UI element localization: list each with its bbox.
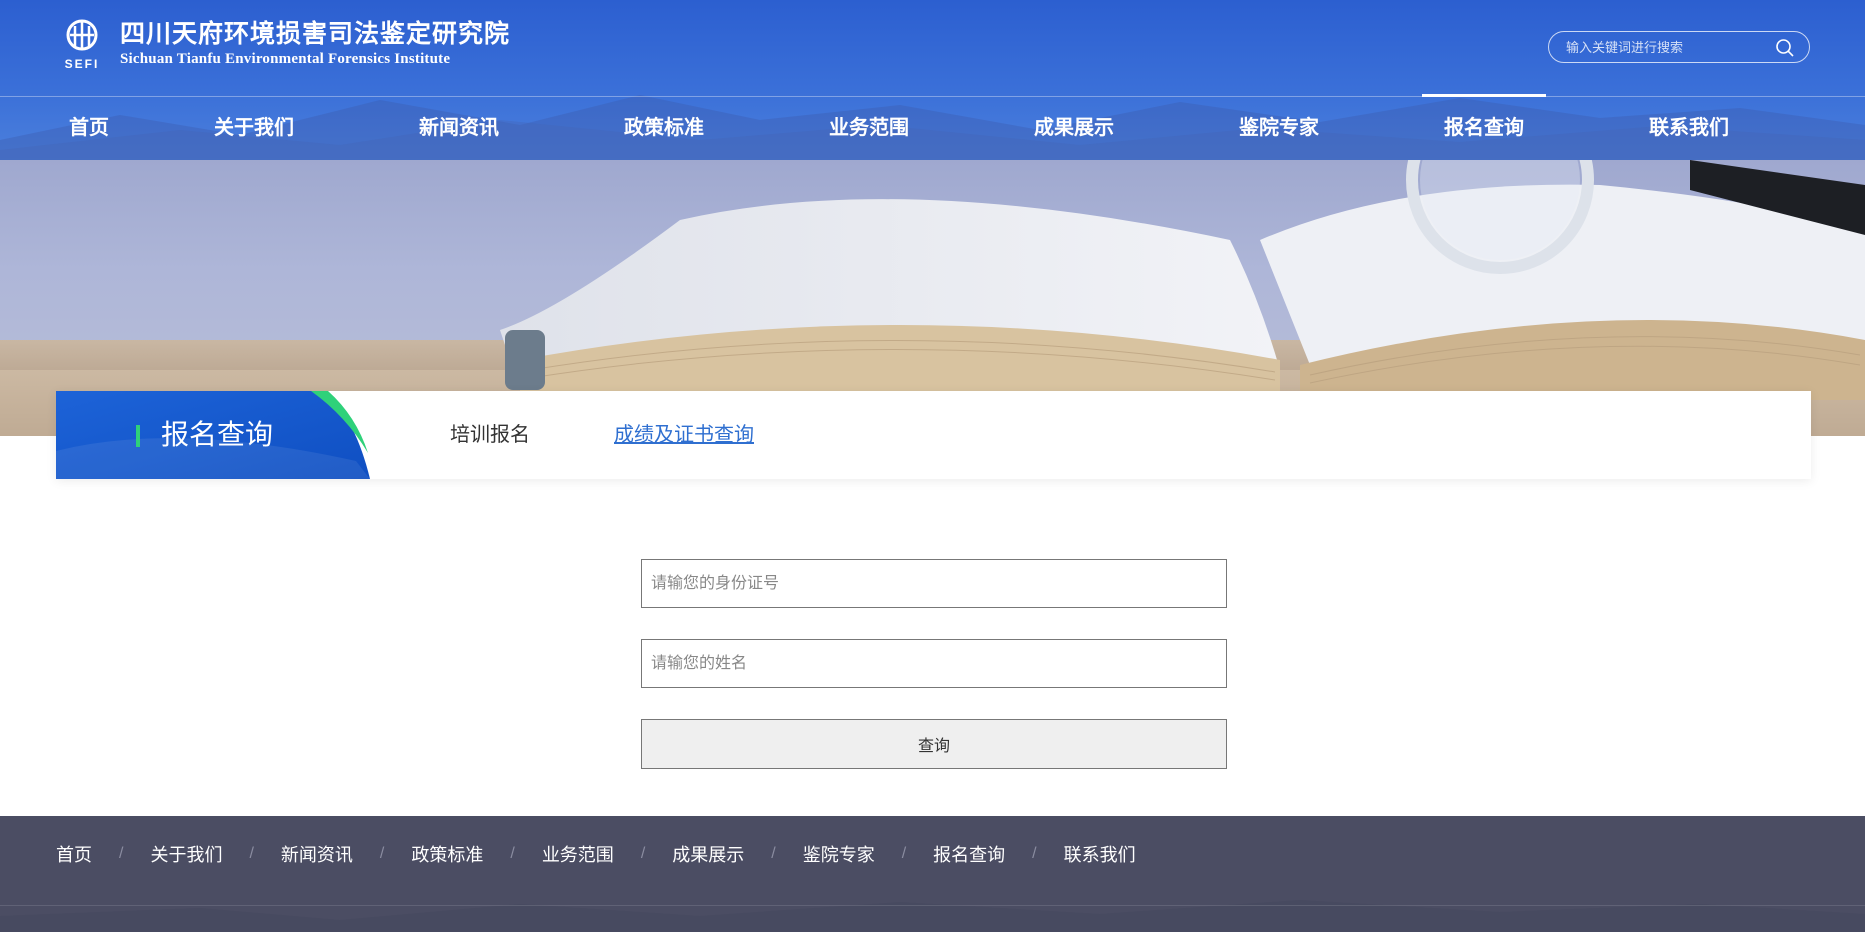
footer-separator: / (119, 845, 124, 862)
footer-separator: / (379, 845, 385, 862)
footer-separator: / (640, 845, 646, 862)
logo-mark-text: SEFI (65, 57, 100, 70)
footer-separator: / (1032, 845, 1037, 862)
footer-link-business[interactable]: 业务范围 (542, 841, 614, 867)
footer-link-policy[interactable]: 政策标准 (411, 841, 483, 867)
footer-separator: / (771, 845, 776, 862)
footer-link-home[interactable]: 首页 (56, 841, 92, 867)
section-title-block: 报名查询 (56, 391, 370, 479)
nav-item-achievements[interactable]: 成果展示 (1034, 96, 1114, 160)
site-footer: 首页 / 关于我们 / 新闻资讯 / 政策标准 / 业务范围 / 成果展示 / … (0, 816, 1865, 932)
nav-item-registration[interactable]: 报名查询 (1422, 94, 1546, 160)
nav-item-news[interactable]: 新闻资讯 (419, 96, 499, 160)
nav-item-about[interactable]: 关于我们 (214, 96, 294, 160)
footer-separator: / (901, 845, 907, 862)
site-header: SEFI 四川天府环境损害司法鉴定研究院 Sichuan Tianfu Envi… (0, 0, 1865, 160)
footer-nav: 首页 / 关于我们 / 新闻资讯 / 政策标准 / 业务范围 / 成果展示 / … (56, 816, 1136, 892)
footer-link-registration[interactable]: 报名查询 (933, 841, 1005, 867)
footer-link-about[interactable]: 关于我们 (150, 841, 222, 867)
section-header-panel: 报名查询 培训报名 成绩及证书查询 (56, 391, 1811, 479)
tab-training-registration[interactable]: 培训报名 (450, 391, 530, 479)
title-accent-bar (136, 425, 140, 447)
footer-link-experts[interactable]: 鉴院专家 (803, 841, 875, 867)
nav-item-home[interactable]: 首页 (69, 96, 109, 160)
footer-separator: / (510, 845, 515, 862)
nav-item-experts[interactable]: 鉴院专家 (1239, 96, 1319, 160)
logo-text: 四川天府环境损害司法鉴定研究院 Sichuan Tianfu Environme… (120, 20, 510, 68)
query-button[interactable]: 查询 (641, 719, 1227, 769)
nav-item-contact[interactable]: 联系我们 (1649, 96, 1729, 160)
search-box (1548, 31, 1810, 63)
footer-divider (0, 905, 1865, 906)
nav-item-business[interactable]: 业务范围 (829, 96, 909, 160)
search-input[interactable] (1564, 38, 1768, 56)
main-nav: 首页 关于我们 新闻资讯 政策标准 业务范围 成果展示 鉴院专家 报名查询 联系… (0, 94, 1865, 160)
id-number-input[interactable] (641, 559, 1227, 608)
footer-link-contact[interactable]: 联系我们 (1064, 841, 1136, 867)
name-input[interactable] (641, 639, 1227, 688)
site-logo[interactable]: SEFI 四川天府环境损害司法鉴定研究院 Sichuan Tianfu Envi… (56, 18, 510, 70)
search-icon[interactable] (1775, 38, 1795, 58)
logo-cn-name: 四川天府环境损害司法鉴定研究院 (120, 21, 511, 48)
tab-score-certificate-query[interactable]: 成绩及证书查询 (614, 391, 754, 479)
sefi-logo-icon: SEFI (65, 19, 100, 70)
footer-separator: / (249, 845, 254, 862)
nav-item-policy[interactable]: 政策标准 (624, 96, 704, 160)
section-title: 报名查询 (161, 419, 274, 450)
footer-link-news[interactable]: 新闻资讯 (281, 841, 353, 867)
footer-link-achievements[interactable]: 成果展示 (672, 841, 744, 867)
logo-en-name: Sichuan Tianfu Environmental Forensics I… (120, 51, 451, 67)
